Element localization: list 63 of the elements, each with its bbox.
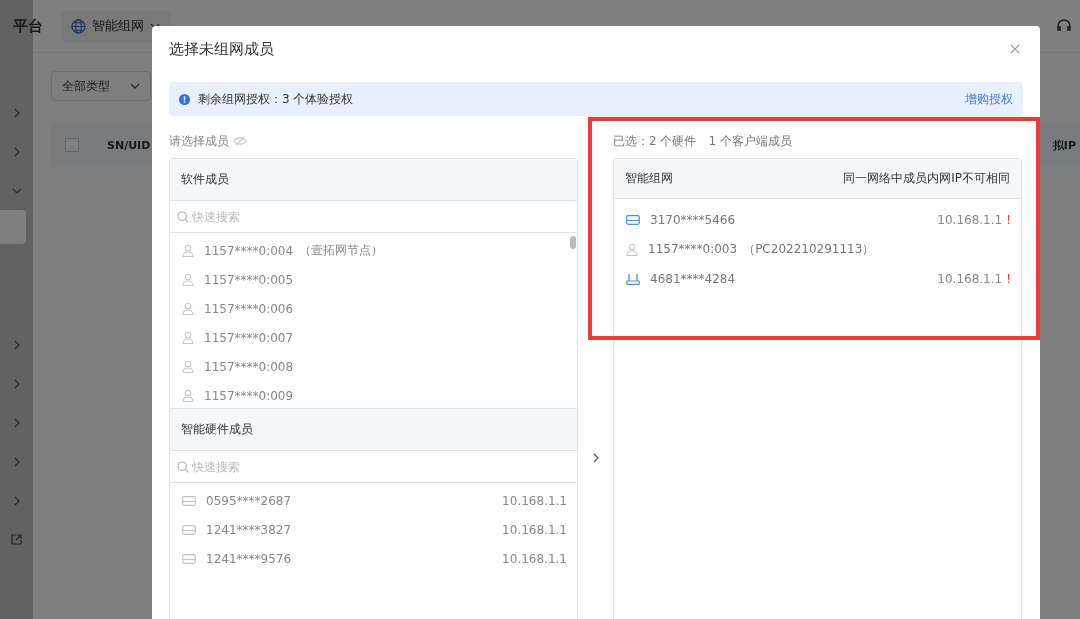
ip-address: 10.168.1.1 (937, 212, 1003, 227)
member-id: 0595****2687 (206, 493, 292, 508)
member-id: 1241****3827 (206, 522, 292, 537)
ip-address: 10.168.1.1 (502, 493, 567, 508)
member-note: （壹拓网节点） (299, 242, 384, 259)
buy-license-link[interactable]: 增购授权 (965, 90, 1013, 108)
user-icon (182, 331, 194, 344)
user-icon (182, 389, 194, 402)
sidebar-item[interactable] (0, 210, 26, 244)
member-id: 1157****0:009 (204, 388, 294, 403)
user-icon (182, 360, 194, 373)
device-icon (182, 495, 196, 506)
member-id: 1157****0:003 (648, 242, 738, 257)
close-icon (1010, 44, 1020, 54)
device-icon (626, 214, 640, 225)
section-title: 软件成员 (181, 171, 229, 188)
user-icon (182, 273, 194, 286)
member-note: （PC202210291113） (743, 240, 875, 258)
user-icon (182, 244, 194, 257)
notice-text: 剩余组网授权：3 个体验授权 (198, 90, 354, 108)
column-header: SN/UID (107, 138, 151, 152)
ip-address: 10.168.1.1 (502, 522, 567, 537)
device-icon (182, 524, 196, 535)
member-id: 1241****9576 (206, 551, 292, 566)
selection-summary: 1 个客户端成员 (708, 132, 792, 150)
eye-slash-icon[interactable] (233, 136, 247, 146)
member-id: 1157****0:008 (204, 359, 294, 374)
device-icon (182, 553, 196, 564)
close-button[interactable] (1010, 44, 1020, 54)
selection-summary: 已选：2 个硬件 (613, 132, 697, 150)
column-header: 拟IP (1052, 137, 1076, 153)
info-icon (179, 93, 190, 105)
network-select[interactable]: 智能组网 (61, 10, 170, 42)
router-icon (626, 272, 640, 285)
search-field[interactable]: 快速搜索 (192, 209, 570, 224)
member-id: 4681****4284 (650, 271, 736, 286)
section-title: 智能组网 (625, 170, 673, 187)
user-icon (626, 242, 638, 256)
section-title: 智能硬件成员 (181, 421, 253, 438)
search-field[interactable]: 快速搜索 (192, 459, 570, 474)
dialog-title: 选择未组网成员 (169, 39, 274, 59)
member-id: 1157****0:006 (204, 301, 294, 316)
warning-mark: ! (1006, 271, 1011, 286)
section-label: 请选择成员 (169, 132, 229, 150)
search-icon (177, 210, 189, 223)
type-select[interactable]: 全部类型 (51, 71, 151, 101)
globe-icon (71, 18, 86, 34)
member-id: 1157****0:005 (204, 272, 294, 287)
search-icon (177, 460, 189, 473)
headset-icon[interactable] (1056, 18, 1072, 34)
ip-hint: 同一网络中成员内网IP不可相同 (843, 170, 1010, 187)
member-id: 1157****0:007 (204, 330, 294, 345)
ip-address: 10.168.1.1 (502, 551, 567, 566)
checkbox[interactable] (65, 138, 79, 152)
member-id: 3170****5466 (650, 212, 736, 227)
scrollbar-thumb[interactable] (570, 236, 576, 249)
ip-address: 10.168.1.1 (937, 271, 1003, 286)
member-id: 1157****0:004 (204, 243, 294, 258)
chevron-down-icon (130, 82, 140, 90)
external-link-icon[interactable] (11, 534, 22, 545)
user-icon (182, 302, 194, 315)
warning-mark: ! (1006, 212, 1011, 227)
brand-title: 平台 (13, 16, 43, 36)
